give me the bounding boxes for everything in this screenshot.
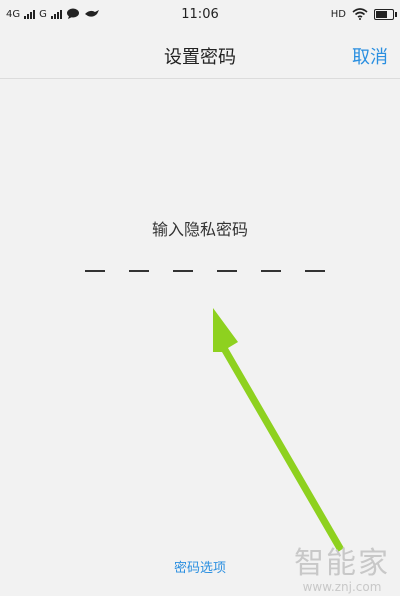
hd-label: HD [330, 8, 346, 20]
pin-slot [217, 270, 237, 272]
pin-slot [129, 270, 149, 272]
arrow-icon [213, 308, 344, 552]
annotation-arrow [213, 308, 344, 552]
nav-bar: 设置密码 取消 [0, 30, 400, 79]
page-title: 设置密码 [164, 47, 236, 68]
wifi-icon [352, 8, 368, 20]
pin-slot [85, 270, 105, 272]
pin-slot [173, 270, 193, 272]
cancel-button[interactable]: 取消 [352, 43, 388, 69]
battery-fill [376, 10, 388, 18]
pin-slot [261, 270, 281, 272]
password-prompt: 输入隐私密码 [151, 220, 248, 239]
watermark-url: www.znj.com [302, 580, 382, 594]
watermark-logo: 智能家 [294, 546, 390, 581]
status-bar: 4G G 11:06 HD [0, 0, 400, 30]
battery-icon [374, 8, 397, 20]
watermark: 智能家 www.znj.com [294, 538, 390, 594]
status-right: HD [330, 8, 397, 20]
pin-input[interactable] [85, 270, 325, 276]
pin-slot [305, 270, 325, 272]
